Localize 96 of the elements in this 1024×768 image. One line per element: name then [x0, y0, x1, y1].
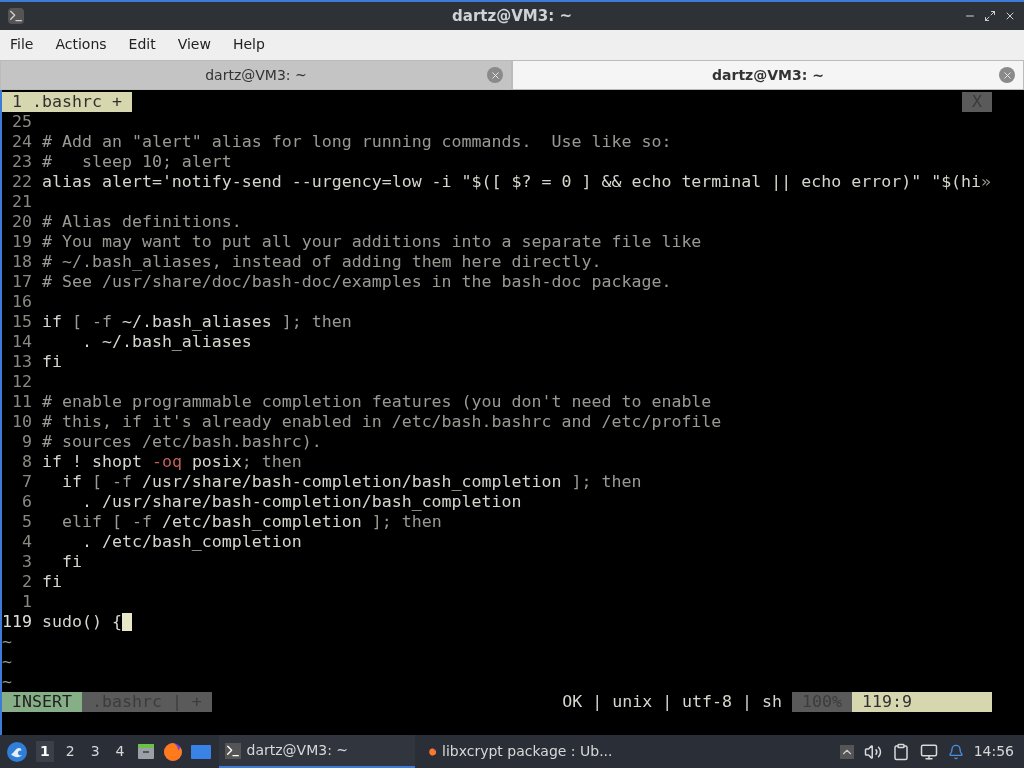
line-number: 7: [21, 472, 32, 492]
code-text: # Add an "alert" alias for long running commands. Use like so:: [42, 132, 672, 152]
empty-line-marker: ~: [2, 652, 12, 671]
tray-expand-icon[interactable]: [839, 744, 854, 759]
line-number: 11: [11, 392, 32, 412]
code-text: -oq: [151, 452, 182, 472]
window-title: dartz@VM3: ~: [452, 5, 572, 27]
code-text: . /etc/bash_completion: [80, 532, 302, 552]
code-text: /etc/bash_completion: [161, 512, 363, 532]
code-text: # enable programmable completion features (you don't need to enable: [42, 392, 712, 412]
close-tab-icon[interactable]: [999, 67, 1015, 83]
line-number: 24: [11, 132, 32, 152]
code-text: fi: [42, 572, 62, 592]
code-text: elif [ -f: [60, 512, 153, 532]
code-text: # this, if it's already enabled in /etc/bash.bashrc and /etc/profile: [42, 412, 722, 432]
tab[interactable]: dartz@VM3: ~: [512, 60, 1024, 90]
line-number: 5: [21, 512, 32, 532]
line-number: 16: [11, 292, 32, 312]
line-number: 9: [21, 432, 32, 452]
code-text: if: [42, 312, 63, 332]
code-text: [ -f: [72, 312, 113, 332]
code-text: if ! shopt: [42, 452, 143, 472]
fox-globe-icon[interactable]: [162, 741, 183, 762]
line-number: 10: [11, 412, 32, 432]
code-text: ]; then: [571, 472, 642, 492]
line-number: 3: [21, 552, 32, 572]
line-number: 8: [21, 452, 32, 472]
code-text: # sleep 10; alert: [42, 152, 232, 172]
desktop-icon[interactable]: [190, 743, 211, 760]
line-number: 119: [2, 612, 32, 632]
menu-item[interactable]: File: [10, 33, 34, 55]
close-icon[interactable]: [1004, 10, 1016, 22]
menu-item[interactable]: Help: [232, 33, 265, 55]
volume-icon[interactable]: [863, 742, 882, 761]
code-text: . /usr/share/bash-completion/bash_completion: [80, 492, 522, 512]
menu-item[interactable]: Edit: [128, 33, 156, 55]
network-icon[interactable]: [919, 742, 938, 761]
code-text: alias alert='notify-send --urgency=low -i "$([ $? = 0 ] && echo terminal || echo error)" "$(hi: [42, 172, 982, 192]
start-menu-icon[interactable]: [6, 740, 28, 763]
code-text: ]; then: [281, 312, 352, 332]
line-number: 4: [21, 532, 32, 552]
menu-item[interactable]: Actions: [55, 33, 107, 55]
workspace-switch[interactable]: 2: [61, 741, 79, 762]
code-text: posix: [190, 452, 242, 472]
code-text: ; then: [241, 452, 302, 472]
code-text: /usr/share/bash-completion/bash_completion: [141, 472, 563, 492]
mode-indicator: INSERT: [2, 692, 82, 712]
close-tab-icon[interactable]: [487, 67, 503, 83]
line-number: 19: [11, 232, 32, 252]
line-number: 2: [21, 572, 32, 592]
empty-line-marker: ~: [2, 632, 12, 651]
code-text: # Alias definitions.: [42, 212, 242, 232]
code-text: »: [981, 172, 992, 192]
task-button[interactable]: dartz@VM3: ~: [218, 735, 415, 768]
code-text: fi: [42, 352, 62, 372]
line-number: 22: [11, 172, 32, 192]
code-text: [ -f: [91, 472, 133, 492]
file-info: OK | unix | utf-8 | sh: [561, 692, 784, 712]
clock[interactable]: 14:56: [973, 741, 1018, 762]
line-number: 15: [11, 312, 32, 332]
code-text: ~/.bash_aliases: [121, 312, 273, 332]
line-number: 14: [11, 332, 32, 352]
line-number: 6: [21, 492, 32, 512]
maximize-icon[interactable]: [984, 10, 996, 22]
line-number: 13: [11, 352, 32, 372]
workspace-switch[interactable]: 3: [86, 741, 104, 762]
code-text: sudo() {: [42, 612, 122, 632]
terminal-icon: [8, 8, 24, 24]
empty-line-marker: ~: [2, 672, 12, 691]
code-text: if: [60, 472, 83, 492]
menu-item[interactable]: View: [177, 33, 211, 55]
line-number: 12: [11, 372, 32, 392]
code-text: # ~/.bash_aliases, instead of adding them here directly.: [42, 252, 602, 272]
notification-icon[interactable]: [947, 743, 964, 760]
file-manager-icon[interactable]: [136, 742, 155, 761]
task-button[interactable]: libxcrypt package : Ub...: [422, 735, 619, 768]
line-number: 20: [11, 212, 32, 232]
tab[interactable]: dartz@VM3: ~: [0, 60, 512, 90]
code-text: # sources /etc/bash.bashrc).: [42, 432, 322, 452]
workspace-switch[interactable]: 1: [36, 741, 54, 762]
line-number: 1: [21, 592, 32, 612]
line-number: 18: [11, 252, 32, 272]
cursor-position: 119:9: [852, 692, 992, 712]
code-text: # You may want to put all your additions into a separate file like: [42, 232, 702, 252]
terminal-icon: [224, 742, 241, 759]
line-number: 21: [11, 192, 32, 212]
buffer-tab[interactable]: 1 .bashrc +: [2, 92, 132, 112]
code-text: fi: [60, 552, 82, 572]
code-text: . ~/.bash_aliases: [80, 332, 252, 352]
line-number: 25: [11, 112, 32, 132]
code-text: # See /usr/share/doc/bash-doc/examples in the bash-doc package.: [42, 272, 672, 292]
clipboard-icon[interactable]: [891, 742, 910, 761]
line-number: 23: [11, 152, 32, 172]
workspace-switch[interactable]: 4: [111, 741, 129, 762]
line-number: 17: [11, 272, 32, 292]
code-text: ]; then: [371, 512, 442, 532]
